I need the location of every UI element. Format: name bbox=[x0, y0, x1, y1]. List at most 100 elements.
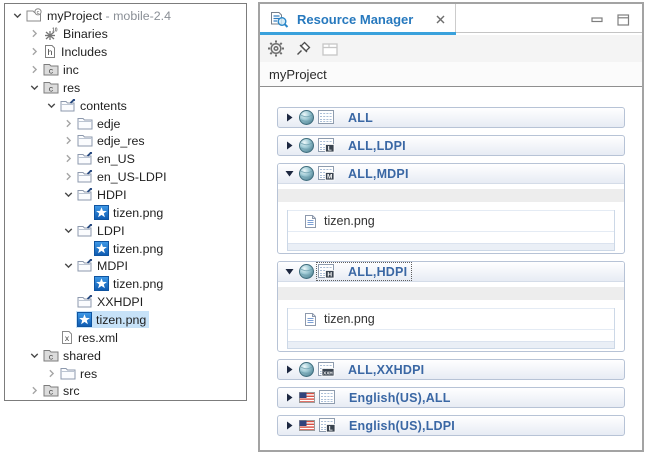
tree-item-myproject[interactable]: cmyProject - mobile-2.4 bbox=[5, 7, 246, 25]
c-folder-icon: c bbox=[43, 349, 59, 362]
project-header-row: myProject bbox=[260, 62, 642, 87]
view-toolbar bbox=[260, 35, 642, 62]
svg-text:h: h bbox=[48, 47, 53, 57]
tree-item-tizen-png[interactable]: tizen.png bbox=[5, 311, 246, 329]
resource-group-header[interactable]: HALL,HDPI bbox=[278, 262, 624, 282]
chevron-collapsed-icon[interactable] bbox=[27, 26, 42, 42]
close-icon[interactable] bbox=[434, 13, 447, 26]
chevron-expanded-icon[interactable] bbox=[10, 8, 25, 24]
resource-group-header[interactable]: XXHALL,XXHDPI bbox=[277, 359, 625, 380]
globe-icon bbox=[299, 138, 314, 153]
tab-resource-manager[interactable]: Resource Manager bbox=[260, 4, 456, 35]
triangle-right-icon[interactable] bbox=[284, 421, 295, 430]
group-bottom-strip bbox=[288, 341, 614, 348]
svg-text:c: c bbox=[37, 10, 40, 16]
resource-group-header[interactable]: MALL,MDPI bbox=[278, 164, 624, 184]
tree-item-label: res bbox=[63, 80, 80, 95]
tree-item-xxhdpi[interactable]: XXHDPI bbox=[5, 293, 246, 311]
tree-item-label: XXHDPI bbox=[97, 294, 143, 309]
resource-group-header[interactable]: English(US),ALL bbox=[277, 387, 625, 408]
chevron-collapsed-icon[interactable] bbox=[44, 365, 59, 381]
density-icon-h: H bbox=[318, 264, 335, 279]
resource-group-all-mdpi: MALL,MDPI tizen.png bbox=[277, 163, 625, 254]
globe-icon bbox=[299, 110, 314, 125]
group-header-strip bbox=[278, 189, 624, 202]
chevron-expanded-icon[interactable] bbox=[27, 347, 42, 363]
tree-item-tizen-png[interactable]: tizen.png bbox=[5, 239, 246, 257]
chevron-collapsed-icon[interactable] bbox=[61, 151, 76, 167]
triangle-right-icon[interactable] bbox=[284, 393, 295, 402]
tree-item-edje-res[interactable]: edje_res bbox=[5, 132, 246, 150]
tree-item-label: res.xml bbox=[78, 330, 118, 345]
tree-item-res[interactable]: cres bbox=[5, 78, 246, 96]
chevron-expanded-icon[interactable] bbox=[44, 97, 59, 113]
tree-item-ldpi[interactable]: LDPI bbox=[5, 221, 246, 239]
folder-mod-icon bbox=[77, 170, 93, 183]
chevron-collapsed-icon[interactable] bbox=[61, 133, 76, 149]
triangle-down-icon[interactable] bbox=[284, 267, 295, 276]
resource-group-all-xxhdpi: XXHALL,XXHDPI bbox=[277, 359, 625, 380]
tree-item-mdpi[interactable]: MDPI bbox=[5, 257, 246, 275]
resource-group-label: ALL,MDPI bbox=[348, 167, 409, 181]
triangle-right-icon[interactable] bbox=[284, 141, 295, 150]
tree-item-src[interactable]: csrc bbox=[5, 382, 246, 400]
svg-text:L: L bbox=[329, 426, 333, 433]
resource-group-header[interactable]: ALL bbox=[277, 107, 625, 128]
tree-item-label: LDPI bbox=[97, 223, 125, 238]
view-tab-bar: Resource Manager bbox=[260, 4, 642, 35]
triangle-down-icon[interactable] bbox=[284, 169, 295, 178]
tizen-file-icon bbox=[94, 205, 109, 220]
svg-text:XXH: XXH bbox=[323, 371, 333, 376]
tree-item-inc[interactable]: cinc bbox=[5, 61, 246, 79]
tree-item-shared[interactable]: cshared bbox=[5, 346, 246, 364]
resource-group-label: ALL,LDPI bbox=[348, 139, 406, 153]
resource-group-list: ALL L ALL,LDPI MALL,MDPI tizen.png HALL,HDPI t… bbox=[260, 87, 642, 436]
tree-item-edje[interactable]: edje bbox=[5, 114, 246, 132]
chevron-collapsed-icon[interactable] bbox=[61, 115, 76, 131]
chevron-expanded-icon[interactable] bbox=[27, 79, 42, 95]
folder-mod-icon bbox=[77, 224, 93, 237]
chevron-expanded-icon[interactable] bbox=[61, 222, 76, 238]
includes-icon: h bbox=[43, 44, 57, 59]
resource-group-header[interactable]: L ALL,LDPI bbox=[277, 135, 625, 156]
chevron-collapsed-icon[interactable] bbox=[27, 62, 42, 78]
resource-item-tizen-png[interactable]: tizen.png bbox=[288, 210, 614, 232]
maximize-icon[interactable] bbox=[617, 14, 630, 26]
tree-item-contents[interactable]: contents bbox=[5, 96, 246, 114]
tree-item-label: edje bbox=[97, 116, 120, 131]
chevron-expanded-icon[interactable] bbox=[61, 258, 76, 274]
tree-item-tizen-png[interactable]: tizen.png bbox=[5, 203, 246, 221]
folder-icon bbox=[77, 117, 93, 130]
svg-text:L: L bbox=[328, 146, 332, 153]
tree-item-hdpi[interactable]: HDPI bbox=[5, 186, 246, 204]
pin-view-button[interactable] bbox=[293, 39, 313, 59]
chevron-collapsed-icon[interactable] bbox=[61, 169, 76, 185]
tree-item-label: Binaries bbox=[63, 26, 108, 41]
triangle-right-icon[interactable] bbox=[284, 113, 295, 122]
minimize-icon[interactable] bbox=[591, 14, 604, 25]
tree-item-tizen-png[interactable]: tizen.png bbox=[5, 275, 246, 293]
tree-item-en-us[interactable]: en_US bbox=[5, 150, 246, 168]
tree-item-label: en_US bbox=[97, 151, 135, 166]
svg-text:c: c bbox=[49, 389, 54, 398]
tree-item-res-xml[interactable]: xres.xml bbox=[5, 328, 246, 346]
tree-item-label: en_US-LDPI bbox=[97, 169, 167, 184]
tree-item-binaries[interactable]: 10 Binaries bbox=[5, 25, 246, 43]
tree-item-label: Includes bbox=[61, 44, 107, 59]
globe-icon bbox=[299, 166, 314, 181]
us-flag-icon bbox=[299, 420, 315, 431]
settings-button[interactable] bbox=[266, 39, 286, 59]
group-title-area: XXHALL,XXHDPI bbox=[317, 361, 428, 378]
triangle-right-icon[interactable] bbox=[284, 365, 295, 374]
binaries-icon: 10 bbox=[43, 26, 59, 41]
chevron-collapsed-icon[interactable] bbox=[27, 44, 42, 60]
tree-item-includes[interactable]: h Includes bbox=[5, 43, 246, 61]
chevron-collapsed-icon[interactable] bbox=[27, 383, 42, 399]
folder-icon bbox=[77, 134, 93, 147]
resource-group-header[interactable]: LEnglish(US),LDPI bbox=[277, 415, 625, 436]
chevron-expanded-icon[interactable] bbox=[61, 187, 76, 203]
tree-item-en-us-ldpi[interactable]: en_US-LDPI bbox=[5, 168, 246, 186]
file-icon bbox=[304, 312, 317, 327]
tree-item-res[interactable]: res bbox=[5, 364, 246, 382]
resource-item-tizen-png[interactable]: tizen.png bbox=[288, 308, 614, 330]
